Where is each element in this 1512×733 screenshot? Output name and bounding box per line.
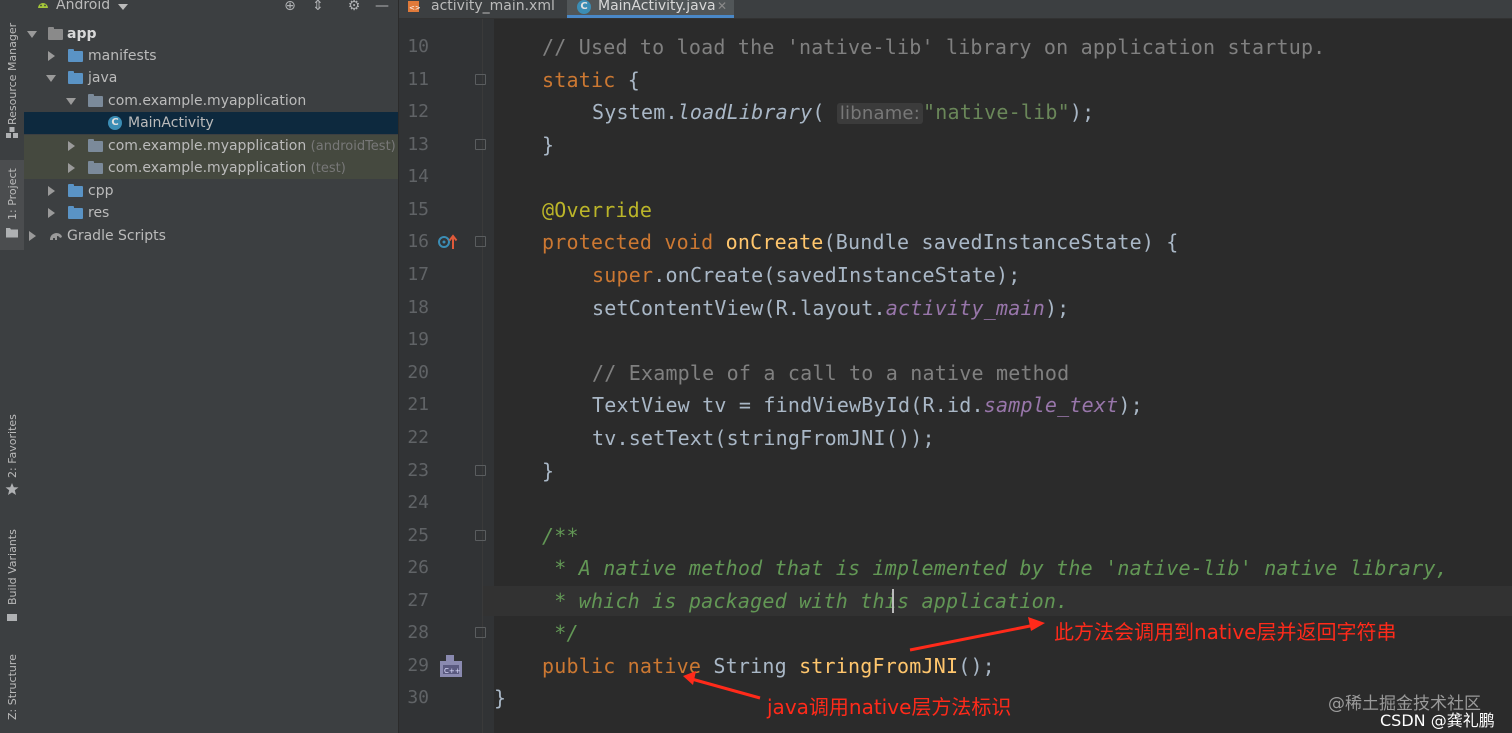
watermark-csdn: CSDN @龚礼鹏	[1380, 711, 1495, 730]
annotation-lower: java调用native层方法标识	[767, 695, 1012, 719]
annotation-upper: 此方法会调用到native层并返回字符串	[1054, 620, 1397, 644]
